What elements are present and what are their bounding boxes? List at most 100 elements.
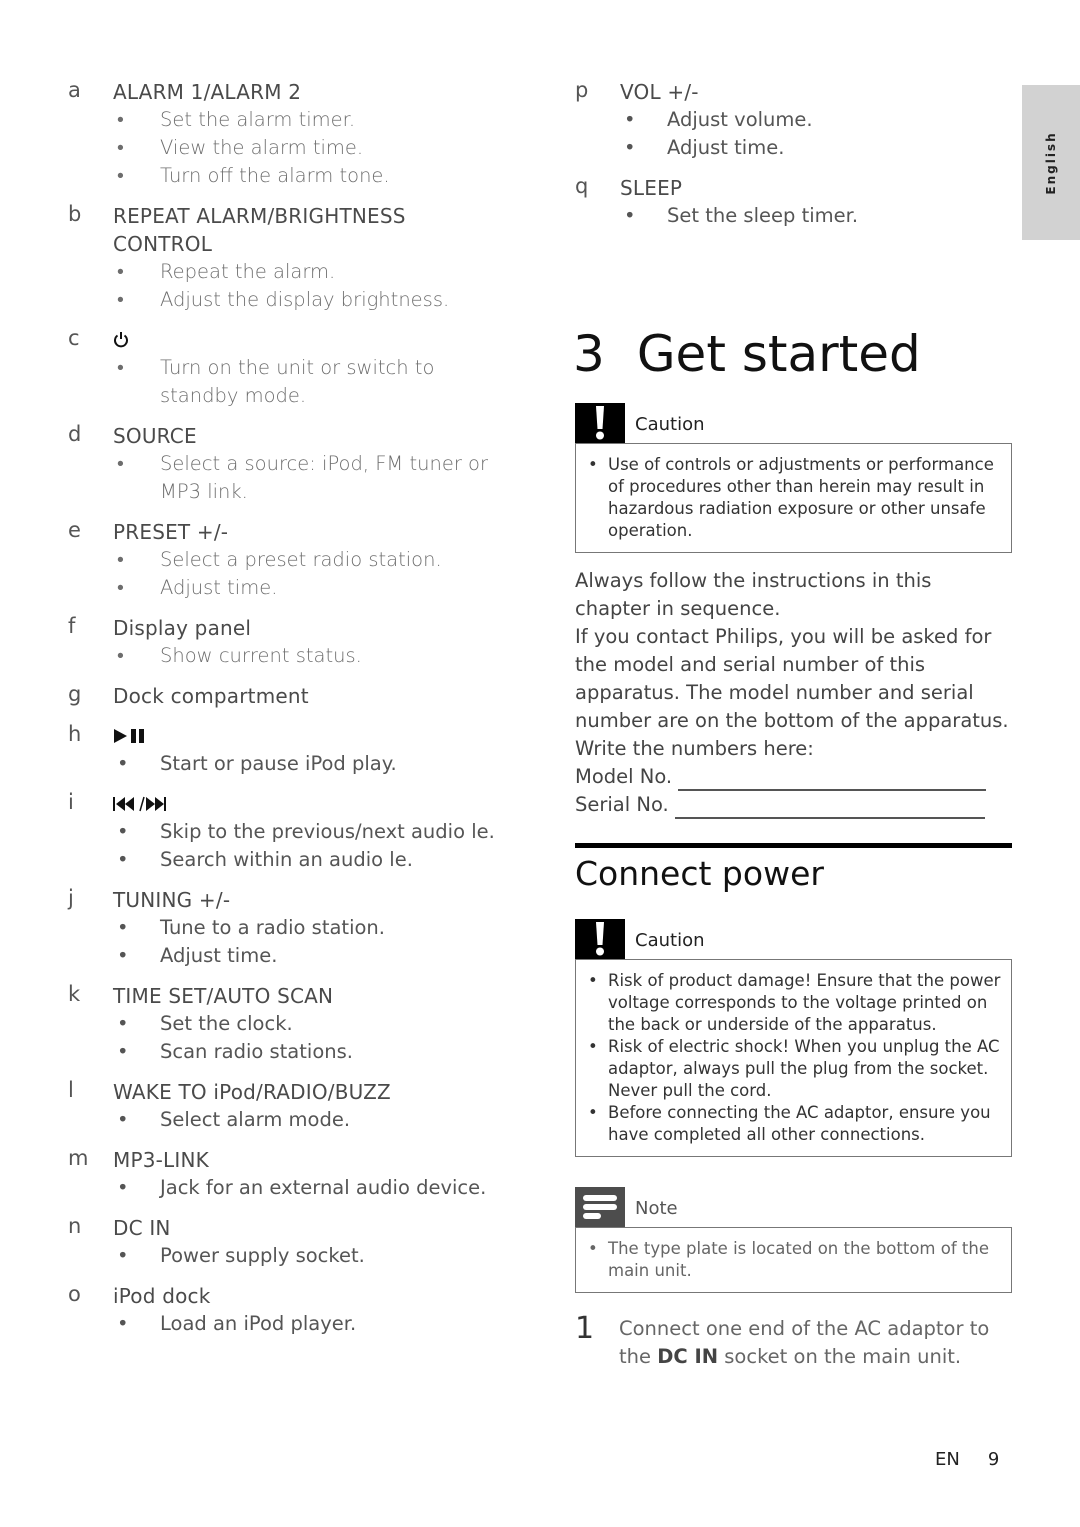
model-number-field[interactable]: Model No.	[575, 763, 1012, 791]
item-bullet: • Tune to a radio station.	[117, 916, 385, 939]
item-letter: j	[68, 886, 74, 910]
item-title: TUNING +/-	[113, 888, 231, 912]
page-footer: EN 9	[935, 1449, 999, 1470]
item-bullet: • Turn on the unit or switch to standby m…	[117, 356, 435, 407]
section-divider	[575, 843, 1012, 848]
item-bullet: • Start or pause iPod play.	[117, 752, 397, 775]
item-letter: m	[68, 1146, 89, 1170]
item-title: iPod dock	[113, 1284, 211, 1308]
intro-paragraph: If you contact Philips, you will be aske…	[575, 625, 1009, 760]
chapter-title: Get started	[636, 325, 921, 383]
item-title: MP3-LINK	[113, 1148, 209, 1172]
item-bullet: • Adjust volume.	[624, 108, 813, 131]
item-bullet: • Adjust time.	[117, 944, 278, 967]
intro-paragraph: Always follow the instructions in this c…	[575, 569, 932, 620]
control-item-b: b REPEAT ALARM/BRIGHTNESS CONTROL • Repeat …	[68, 202, 508, 314]
item-title: VOL +/-	[620, 80, 699, 104]
item-title: ALARM 1/ALARM 2	[113, 80, 302, 104]
item-bullet: • Set the clock.	[117, 1012, 293, 1035]
item-letter: n	[68, 1214, 82, 1238]
item-letter: o	[68, 1282, 81, 1306]
item-bullet: • Show current status.	[117, 644, 362, 667]
section-heading: Connect power	[575, 854, 824, 893]
item-letter: c	[68, 326, 80, 350]
step-1: 1 Connect one end of the AC adaptor to t…	[575, 1311, 1012, 1371]
item-bullet: • Select a source: iPod, FM tuner or MP3 …	[117, 452, 488, 503]
item-letter: k	[68, 982, 81, 1006]
item-bullet: • Jack for an external audio device.	[117, 1176, 487, 1199]
control-item-d: d SOURCE • Select a source: iPod, FM tuner …	[68, 422, 508, 506]
serial-number-field[interactable]: Serial No.	[575, 791, 1012, 819]
item-bullet: • Adjust time.	[624, 136, 785, 159]
footer-language: EN	[935, 1449, 960, 1470]
item-bullet: • Select alarm mode.	[117, 1108, 351, 1131]
play-pause-icon	[113, 722, 508, 750]
item-title: Dock compartment	[113, 684, 309, 708]
exclamation-icon	[575, 403, 625, 443]
item-bullet: • Adjust the display brightness.	[117, 288, 450, 311]
page-number: 9	[987, 1449, 1000, 1470]
controls-list-left: a ALARM 1/ALARM 2 • Set the alarm timer. • Vi…	[68, 78, 508, 1350]
item-bullet: • Search within an audio le.	[117, 848, 413, 871]
item-bullet: • View the alarm time.	[117, 136, 364, 159]
control-item-q: q SLEEP • Set the sleep timer.	[575, 174, 1012, 230]
step-number: 1	[575, 1311, 595, 1346]
item-title: REPEAT ALARM/BRIGHTNESS CONTROL	[113, 204, 406, 256]
item-letter: d	[68, 422, 82, 446]
item-bullet: • Set the alarm timer.	[117, 108, 356, 131]
item-title: TIME SET/AUTO SCAN	[113, 984, 334, 1008]
item-bullet: • Load an iPod player.	[117, 1312, 357, 1335]
item-bullet: • Scan radio stations.	[117, 1040, 353, 1063]
exclamation-icon	[575, 919, 625, 959]
item-letter: e	[68, 518, 81, 542]
power-icon	[113, 326, 508, 354]
item-bullet: • Skip to the previous/next audio le.	[117, 820, 495, 843]
control-item-j: j TUNING +/- • Tune to a radio station. • Adj…	[68, 886, 508, 970]
caution-bullet: • Risk of product damage! Ensure that the…	[588, 971, 1001, 1034]
item-bullet: • Repeat the alarm.	[117, 260, 336, 283]
control-item-l: l WAKE TO iPod/RADIO/BUZZ • Select alarm mo…	[68, 1078, 508, 1134]
item-letter: a	[68, 78, 81, 102]
prev-next-icon	[113, 790, 508, 818]
control-item-f: f Display panel • Show current status.	[68, 614, 508, 670]
chapter-heading: 3 Get started	[573, 325, 1012, 383]
note-box: Note • The type plate is located on the b…	[575, 1187, 1012, 1293]
item-title: Display panel	[113, 616, 252, 640]
note-icon	[575, 1187, 625, 1227]
model-number-label: Model No.	[575, 765, 673, 788]
language-tab: English	[1022, 85, 1080, 240]
serial-number-label: Serial No.	[575, 793, 669, 816]
item-letter: i	[68, 790, 74, 814]
control-item-o: o iPod dock • Load an iPod player.	[68, 1282, 508, 1338]
item-title: PRESET +/-	[113, 520, 229, 544]
control-item-a: a ALARM 1/ALARM 2 • Set the alarm timer. • Vi…	[68, 78, 508, 190]
control-item-i: i • Skip to the previous/next audio le. • Se…	[68, 790, 508, 874]
controls-list-right: p VOL +/- • Adjust volume. • Adjust time. q SLE…	[575, 78, 1012, 230]
item-bullet: • Power supply socket.	[117, 1244, 365, 1267]
item-letter: q	[575, 174, 589, 198]
control-item-n: n DC IN • Power supply socket.	[68, 1214, 508, 1270]
control-item-m: m MP3-LINK • Jack for an external audio dev…	[68, 1146, 508, 1202]
caution-bullet: • Before connecting the AC adaptor, ensur…	[588, 1103, 991, 1144]
item-bullet: • Adjust time.	[117, 576, 278, 599]
control-item-k: k TIME SET/AUTO SCAN • Set the clock. • Scan …	[68, 982, 508, 1066]
item-title: WAKE TO iPod/RADIO/BUZZ	[113, 1080, 391, 1104]
item-letter: h	[68, 722, 82, 746]
caution-label: Caution	[635, 414, 705, 435]
item-letter: g	[68, 682, 82, 706]
item-letter: l	[68, 1078, 74, 1102]
control-item-p: p VOL +/- • Adjust volume. • Adjust time.	[575, 78, 1012, 162]
right-column: p VOL +/- • Adjust volume. • Adjust time. q SLE…	[573, 78, 1012, 1371]
step-text: Connect one end of the AC adaptor to the…	[619, 1317, 990, 1368]
item-bullet: • Turn off the alarm tone.	[117, 164, 390, 187]
chapter-number: 3	[573, 325, 605, 383]
item-bullet: • Set the sleep timer.	[624, 204, 859, 227]
item-bullet: • Select a preset radio station.	[117, 548, 442, 571]
control-item-e: e PRESET +/- • Select a preset radio statio…	[68, 518, 508, 602]
control-item-h: h • Start or pause iPod play.	[68, 722, 508, 778]
item-title: SLEEP	[620, 176, 683, 200]
control-item-g: g Dock compartment	[68, 682, 508, 710]
item-title: DC IN	[113, 1216, 171, 1240]
item-letter: b	[68, 202, 82, 226]
control-item-c: c • Turn on the unit or switch to standby …	[68, 326, 508, 410]
